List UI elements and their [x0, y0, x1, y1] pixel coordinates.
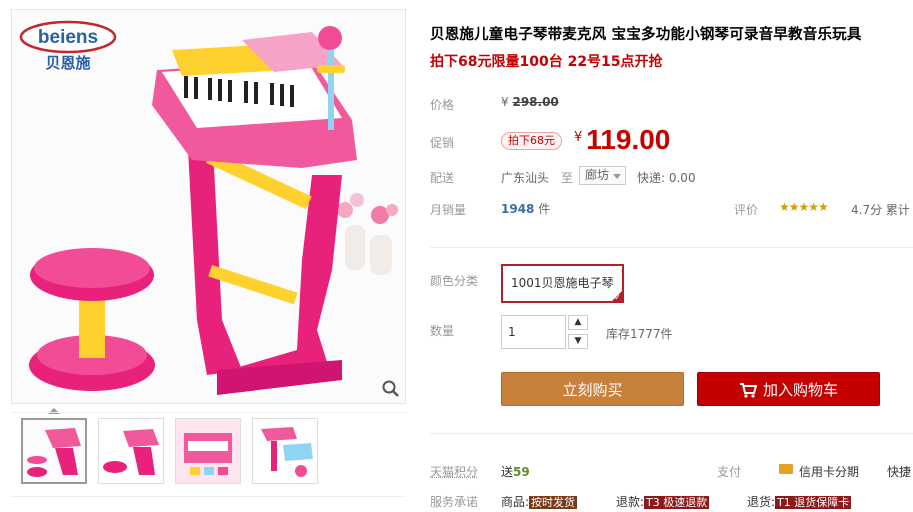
- toy-piano-illustration: beiens 贝恩施: [12, 10, 405, 403]
- promo-price: ¥119.00: [574, 124, 670, 156]
- gallery-divider: [11, 496, 406, 497]
- svg-text:贝恩施: 贝恩施: [45, 54, 90, 72]
- check-icon: ✓: [614, 293, 621, 302]
- rating-score-value: 4.7分: [851, 203, 883, 217]
- promo-label: 促销: [430, 136, 455, 150]
- delivery-label: 配送: [430, 171, 455, 185]
- monthly-sales: 1948 件: [501, 200, 550, 217]
- payment-label: 支付: [717, 465, 742, 479]
- service-item[interactable]: 商品: 按时发货: [501, 493, 578, 510]
- sku-option-selected[interactable]: 1001贝恩施电子琴 ✓: [501, 264, 624, 303]
- monthly-sales-unit: 件: [538, 202, 551, 216]
- promo-price-value: 119.00: [586, 124, 671, 155]
- quantity-increase-button[interactable]: ▲: [568, 315, 588, 330]
- quantity-input[interactable]: 1: [501, 315, 566, 349]
- service-item-name: 商品:: [501, 495, 530, 509]
- promo-subtitle: 拍下68元限量100台 22号15点开抢: [430, 54, 663, 70]
- add-to-cart-label: 加入购物车: [762, 381, 838, 399]
- service-item[interactable]: 退货: T1 退货保障卡: [747, 493, 852, 510]
- footer-divider: [430, 433, 913, 434]
- ship-to-word: 至: [561, 171, 574, 185]
- tmall-points-label[interactable]: 天猫积分: [430, 463, 478, 480]
- svg-text:beiens: beiens: [38, 27, 98, 48]
- thumbnail-3[interactable]: [175, 418, 241, 484]
- thumbnail-strip: [11, 412, 406, 492]
- cumulative-reviews-link[interactable]: 累计: [886, 203, 910, 217]
- service-item-tag: 按时发货: [529, 496, 578, 509]
- service-label: 服务承诺: [430, 495, 479, 509]
- info-divider: [430, 247, 913, 248]
- destination-city-select[interactable]: 廊坊: [579, 166, 626, 185]
- product-page: beiens 贝恩施 贝恩施儿童电子琴带麦克风 宝宝多功能小钢琴可录音早教音乐玩…: [0, 0, 913, 512]
- quantity-decrease-button[interactable]: ▼: [568, 334, 588, 349]
- credit-card-installment[interactable]: 信用卡分期: [799, 463, 859, 480]
- tmall-points-prefix: 送: [501, 465, 514, 479]
- rating-stars: ★★★★★: [779, 200, 829, 214]
- service-item-name: 退款:: [616, 495, 645, 509]
- service-item[interactable]: 退款: T3 极速退款: [616, 493, 710, 510]
- ship-from: 广东汕头: [501, 171, 550, 185]
- color-category-label: 颜色分类: [430, 274, 479, 288]
- promo-price-currency: ¥: [574, 130, 583, 145]
- monthly-sales-label: 月销量: [430, 203, 467, 217]
- stock-count: 库存1777件: [606, 327, 673, 341]
- chevron-down-icon: [613, 174, 621, 179]
- service-item-name: 退货:: [747, 495, 776, 509]
- tmall-points: 送59: [501, 463, 530, 480]
- rating-score[interactable]: 4.7分 累计: [851, 201, 910, 218]
- sku-option-label: 1001贝恩施电子琴: [511, 276, 614, 290]
- price-label: 价格: [430, 98, 455, 112]
- rating-label: 评价: [734, 203, 759, 217]
- monthly-sales-count: 1948: [501, 202, 535, 216]
- destination-city-value: 廊坊: [585, 168, 610, 182]
- thumbnail-2[interactable]: [98, 418, 164, 484]
- express-fee: 快递: 0.00: [637, 171, 696, 185]
- original-price-value: 298.00: [512, 95, 559, 109]
- add-to-cart-button[interactable]: 加入购物车: [697, 372, 880, 406]
- original-price: ¥ 298.00: [501, 95, 559, 109]
- quick-pay[interactable]: 快捷: [887, 463, 911, 480]
- promo-tag: 拍下68元: [501, 132, 562, 150]
- tmall-points-value: 59: [513, 465, 530, 479]
- service-item-tag: T1 退货保障卡: [775, 496, 852, 509]
- original-price-currency: ¥: [501, 95, 509, 109]
- credit-card-icon: [779, 464, 793, 474]
- zoom-icon[interactable]: [381, 379, 401, 399]
- cart-icon: [739, 383, 757, 398]
- quantity-label: 数量: [430, 324, 455, 338]
- service-item-tag: T3 极速退款: [644, 496, 710, 509]
- thumbnail-1[interactable]: [21, 418, 87, 484]
- main-product-image[interactable]: beiens 贝恩施: [11, 9, 406, 404]
- thumbnail-4[interactable]: [252, 418, 318, 484]
- buy-now-button[interactable]: 立刻购买: [501, 372, 684, 406]
- product-title: 贝恩施儿童电子琴带麦克风 宝宝多功能小钢琴可录音早教音乐玩具: [430, 27, 862, 43]
